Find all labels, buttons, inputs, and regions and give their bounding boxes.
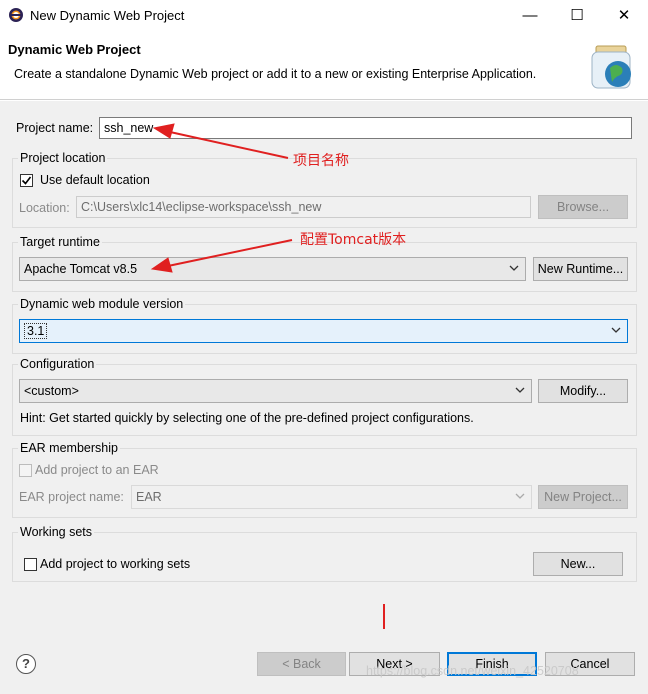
ear-membership-title: EAR membership [18, 441, 120, 455]
configuration-hint: Hint: Get started quickly by selecting o… [20, 411, 474, 425]
window-title: New Dynamic Web Project [30, 8, 185, 23]
wizard-banner: Dynamic Web Project Create a standalone … [0, 33, 648, 100]
new-ear-project-button[interactable]: New Project... [538, 485, 628, 509]
chevron-down-icon [509, 265, 519, 271]
project-name-input[interactable]: ssh_new [99, 117, 632, 139]
close-icon: ✕ [617, 7, 631, 24]
project-location-title: Project location [18, 151, 108, 165]
help-icon[interactable]: ? [16, 654, 36, 674]
chevron-down-icon [515, 493, 525, 499]
banner-description: Create a standalone Dynamic Web project … [14, 67, 537, 81]
project-name-annotation: 项目名称 [293, 153, 349, 169]
close-button[interactable]: ✕ [601, 0, 647, 31]
minimize-icon: — [522, 7, 538, 24]
back-button[interactable]: < Back [257, 652, 346, 676]
banner-title: Dynamic Web Project [8, 42, 141, 57]
module-version-value: 3.1 [24, 323, 48, 339]
ear-project-name-value: EAR [136, 490, 162, 504]
runtime-annotation: 配置Tomcat版本 [300, 232, 407, 248]
target-runtime-value: Apache Tomcat v8.5 [24, 262, 138, 276]
checkmark-icon [21, 176, 32, 185]
location-label: Location: [19, 201, 70, 215]
add-to-working-sets-label: Add project to working sets [40, 557, 191, 571]
eclipse-icon [9, 8, 23, 22]
maximize-button[interactable]: ☐ [554, 0, 600, 31]
configuration-select[interactable]: <custom> [19, 379, 532, 403]
watermark: https://blog.csdn.net/weixin_42520708 [366, 664, 579, 678]
module-version-select[interactable]: 3.1 [19, 319, 628, 343]
new-runtime-button[interactable]: New Runtime... [533, 257, 628, 281]
module-version-title: Dynamic web module version [18, 297, 186, 311]
ear-project-name-select[interactable]: EAR [131, 485, 532, 509]
ear-project-name-label: EAR project name: [19, 490, 124, 504]
add-to-ear-label: Add project to an EAR [35, 463, 159, 477]
location-input[interactable]: C:\Users\xlc14\eclipse-workspace\ssh_new [76, 196, 531, 218]
configuration-value: <custom> [24, 384, 79, 398]
target-runtime-select[interactable]: Apache Tomcat v8.5 [19, 257, 526, 281]
maximize-icon: ☐ [570, 7, 584, 24]
add-to-working-sets-checkbox[interactable] [24, 558, 37, 571]
web-project-icon [591, 45, 631, 89]
project-name-label: Project name: [16, 121, 94, 135]
use-default-location-label: Use default location [40, 173, 150, 187]
target-runtime-title: Target runtime [18, 235, 102, 249]
add-to-ear-checkbox[interactable] [19, 464, 32, 477]
minimize-button[interactable]: — [507, 0, 553, 31]
use-default-location-checkbox[interactable] [20, 174, 33, 187]
chevron-down-icon [611, 327, 621, 333]
configuration-title: Configuration [18, 357, 97, 371]
chevron-down-icon [515, 387, 525, 393]
title-bar: New Dynamic Web Project — ☐ ✕ [0, 0, 648, 32]
new-working-set-button[interactable]: New... [533, 552, 623, 576]
browse-button[interactable]: Browse... [538, 195, 628, 219]
working-sets-title: Working sets [18, 525, 95, 539]
modify-button[interactable]: Modify... [538, 379, 628, 403]
